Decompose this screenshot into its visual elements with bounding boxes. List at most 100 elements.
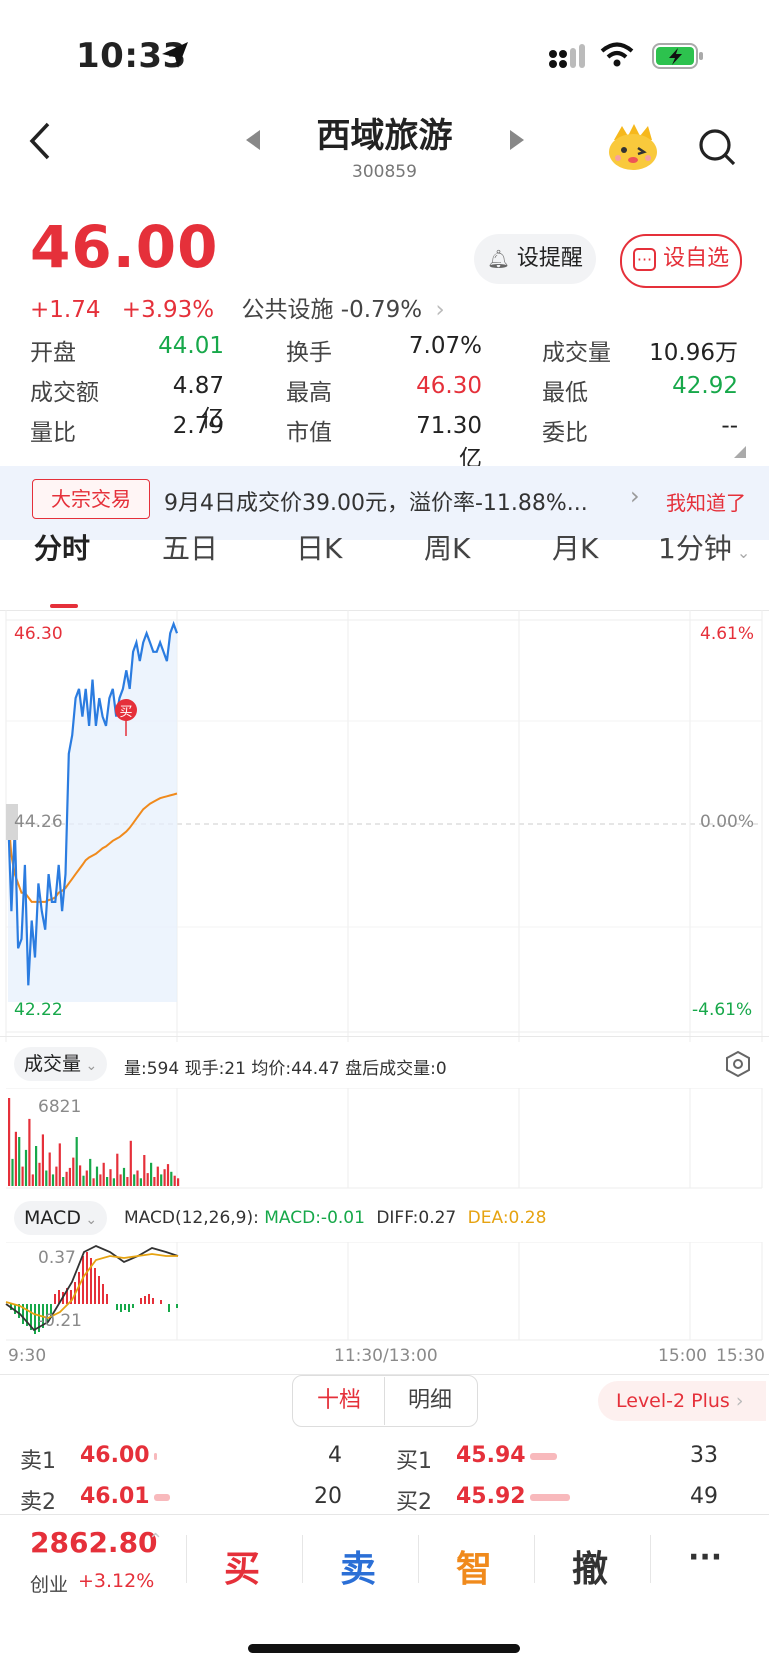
divider: [534, 1535, 535, 1583]
volume-bar: [122, 1167, 126, 1186]
tab-minute-label: 1分钟: [658, 532, 732, 565]
tab-minute[interactable]: 1分钟 ⌄: [658, 527, 750, 567]
volume-bar: [38, 1162, 41, 1186]
volume-bar: [150, 1162, 153, 1186]
stat-value: 44.01: [158, 333, 224, 359]
stat-label: 换手: [286, 340, 332, 366]
tab-monthly-k[interactable]: 月K: [552, 527, 598, 567]
stat-label: 成交量: [542, 340, 611, 366]
divider: [0, 1514, 769, 1515]
tab-trade-detail[interactable]: 明细: [386, 1377, 474, 1425]
volume-bar: [82, 1175, 85, 1186]
volume-bar: [163, 1169, 166, 1186]
volume-info: 量:594 现手:21 均价:44.47 盘后成交量:0: [124, 1059, 447, 1079]
macd-chart[interactable]: [0, 1242, 769, 1342]
axis-pct-low: -4.61%: [692, 1000, 753, 1020]
volume-indicator-selector[interactable]: 成交量 ⌄: [14, 1047, 108, 1081]
buy-level-volume: 49: [690, 1484, 718, 1509]
notice-dismiss[interactable]: 我知道了: [666, 487, 746, 516]
intraday-chart[interactable]: 买: [0, 610, 769, 1042]
buy-level-price[interactable]: 45.94: [456, 1443, 526, 1468]
volume-bars: [8, 1098, 180, 1186]
volume-bar: [58, 1143, 61, 1186]
sell-level-volume-bar: [154, 1453, 157, 1460]
volume-bar: [35, 1146, 38, 1186]
time-axis-after: 15:30: [716, 1346, 765, 1366]
divider: [186, 1535, 187, 1583]
sector-name[interactable]: 公共设施: [241, 297, 333, 323]
index-value[interactable]: 2862.80: [30, 1526, 158, 1559]
search-icon[interactable]: [698, 128, 738, 168]
chevron-down-icon: ⌄: [731, 543, 751, 562]
volume-bar: [51, 1174, 55, 1186]
index-pct: +3.12%: [78, 1570, 155, 1592]
diff-value: DIFF:0.27: [376, 1208, 457, 1228]
volume-chart[interactable]: [0, 1088, 769, 1190]
buy-marker-label: 买: [119, 705, 132, 720]
stat-label: 开盘: [30, 340, 76, 366]
volume-bar: [79, 1165, 82, 1186]
set-alert-label: 设提醒: [516, 246, 583, 271]
price-change: +1.74: [30, 297, 101, 323]
notice-text[interactable]: 9月4日成交价39.00元，溢价率-11.88%...: [164, 485, 588, 517]
time-axis-midday: 11:30/13:00: [334, 1346, 438, 1366]
tab-daily-k[interactable]: 日K: [296, 527, 342, 567]
buy-button[interactable]: 买: [224, 1540, 260, 1592]
chevron-up-icon[interactable]: ⌃: [148, 1530, 163, 1551]
sell-level-price[interactable]: 46.00: [80, 1443, 150, 1468]
tab-weekly-k[interactable]: 周K: [424, 527, 470, 567]
cancel-order-button[interactable]: 撤: [572, 1540, 608, 1592]
buy-level-price[interactable]: 45.92: [456, 1484, 526, 1509]
set-alert-button[interactable]: 🔔︎ 设提醒: [474, 234, 596, 284]
stat-label: 量比: [30, 420, 76, 446]
mascot-icon[interactable]: [606, 120, 660, 172]
tab-intraday[interactable]: 分时: [34, 527, 90, 567]
sell-button[interactable]: 卖: [340, 1540, 376, 1592]
sector-pct[interactable]: -0.79%: [341, 297, 422, 323]
macd-bottom-label: -0.21: [38, 1311, 82, 1331]
level2-plus-button[interactable]: Level-2 Plus ›: [598, 1381, 766, 1421]
tab-five-day[interactable]: 五日: [162, 527, 218, 567]
buy-level-volume: 33: [690, 1443, 718, 1468]
buy-level-label: 买1: [396, 1449, 432, 1474]
add-watchlist-button[interactable]: ··· 设自选: [620, 234, 742, 288]
sell-level-price[interactable]: 46.01: [80, 1484, 150, 1509]
macd-selector-label: MACD: [24, 1207, 81, 1229]
sell-level-volume: 20: [314, 1484, 342, 1509]
wifi-icon: [600, 42, 634, 67]
macd-info: MACD(12,26,9): MACD:-0.01 DIFF:0.27 DEA:…: [124, 1208, 546, 1228]
chevron-down-icon: ⌄: [81, 1058, 98, 1074]
stat-label: 委比: [542, 420, 588, 446]
notice-chevron-icon[interactable]: ›: [630, 482, 640, 510]
volume-bar: [170, 1171, 173, 1186]
sell-level-label: 卖1: [20, 1449, 56, 1474]
expand-corner-icon[interactable]: [734, 446, 746, 458]
volume-bar: [11, 1158, 14, 1186]
sector-chevron-icon[interactable]: ›: [435, 297, 444, 323]
next-stock-icon[interactable]: [508, 128, 526, 152]
volume-bar: [62, 1177, 65, 1186]
bell-icon: 🔔︎: [487, 249, 510, 270]
chat-box-icon: ···: [632, 248, 657, 271]
more-button[interactable]: ···: [688, 1540, 722, 1575]
volume-bar: [106, 1177, 109, 1186]
volume-bar: [41, 1134, 44, 1186]
volume-bar: [116, 1153, 119, 1186]
index-name: 创业: [30, 1574, 69, 1596]
stat-label: 最高: [286, 380, 332, 406]
stat-value: 46.30: [416, 373, 482, 399]
macd-indicator-selector[interactable]: MACD ⌄: [14, 1201, 108, 1235]
tab-ten-level[interactable]: 十档: [294, 1377, 385, 1425]
stat-value: --: [721, 413, 738, 439]
stat-value: 7.07%: [408, 333, 482, 359]
volume-bar: [24, 1149, 28, 1186]
tab-active-indicator: [50, 604, 78, 608]
cellular-signal-icon: [549, 44, 585, 68]
home-indicator[interactable]: [248, 1644, 520, 1653]
volume-bar: [99, 1174, 102, 1186]
settings-hex-icon[interactable]: [724, 1050, 752, 1078]
volume-bar: [95, 1166, 99, 1186]
divider: [418, 1535, 419, 1583]
volume-bar: [133, 1174, 136, 1186]
smart-button[interactable]: 智: [456, 1540, 492, 1592]
